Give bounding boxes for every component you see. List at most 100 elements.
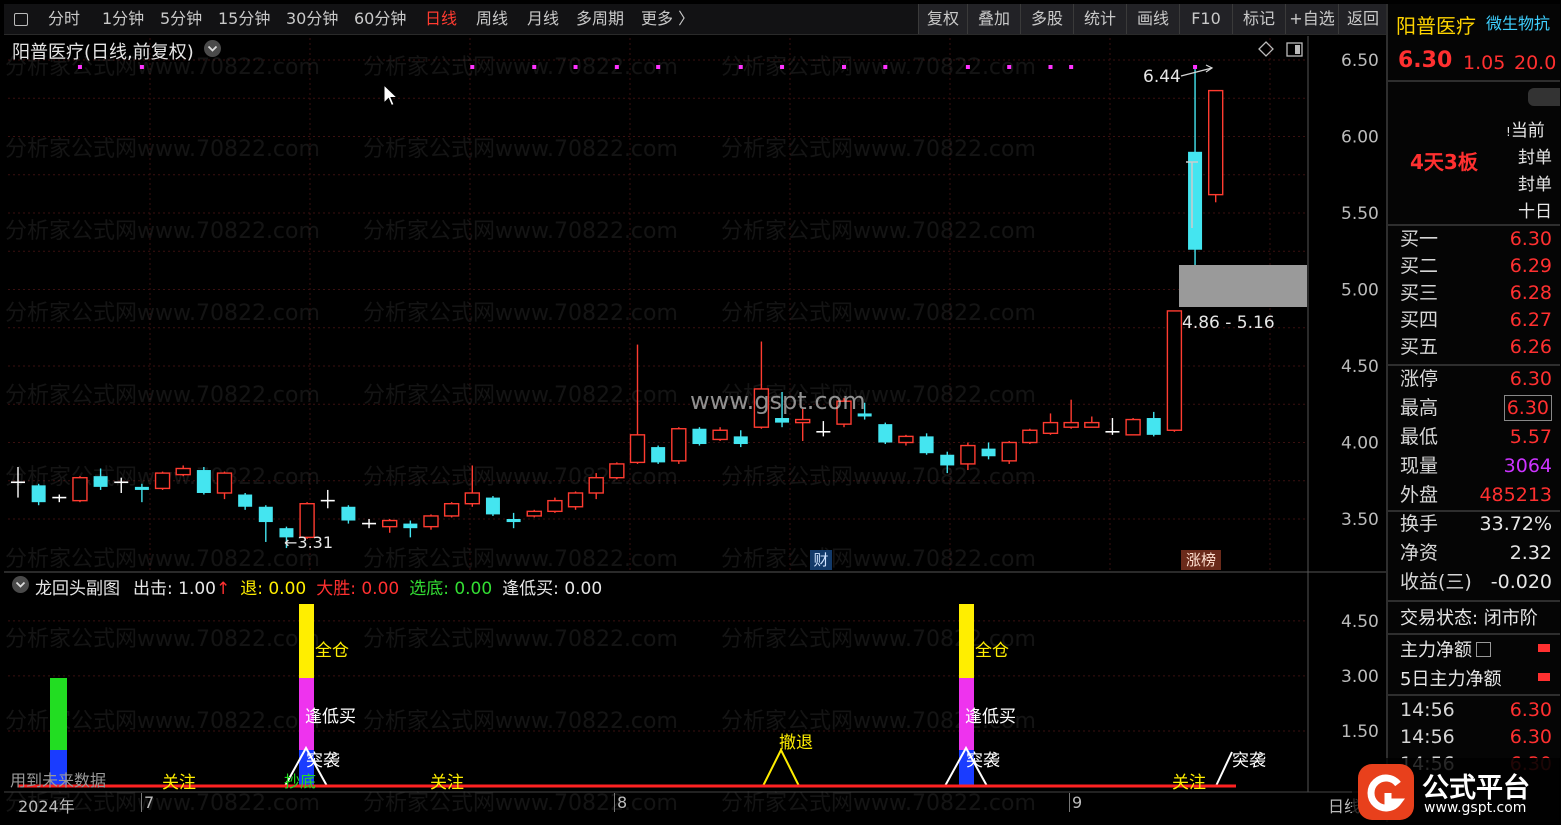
concept-tag[interactable]: 微生物抗 bbox=[1486, 10, 1550, 34]
badge-limit-up[interactable]: 涨榜 bbox=[1181, 550, 1221, 570]
candle[interactable] bbox=[485, 496, 500, 516]
candle[interactable] bbox=[382, 519, 398, 533]
stat-row-value: 485213 bbox=[1479, 484, 1552, 506]
candle[interactable] bbox=[258, 505, 273, 542]
sub-axis-label: 1.50 bbox=[1341, 722, 1379, 742]
stat-row: 最低 5.57 bbox=[1400, 424, 1556, 451]
candle[interactable] bbox=[1105, 418, 1120, 435]
title-dropdown-icon[interactable] bbox=[204, 40, 221, 57]
chetui-triangle bbox=[762, 747, 800, 787]
candle[interactable] bbox=[196, 466, 211, 495]
order-book-row-label: 买二 bbox=[1400, 255, 1439, 277]
candle[interactable] bbox=[52, 494, 67, 503]
candle[interactable] bbox=[588, 473, 604, 500]
five-day-net-flow-bar bbox=[1538, 673, 1550, 681]
signal-dot bbox=[573, 65, 578, 69]
candle[interactable] bbox=[31, 483, 46, 506]
candle[interactable] bbox=[320, 489, 335, 509]
quote-panel: 阳普医疗 微生物抗 6.30 1.05 20.0 4天3板 !当前 封单 封单 … bbox=[1386, 4, 1560, 822]
candle[interactable] bbox=[526, 509, 542, 518]
candle[interactable] bbox=[733, 430, 748, 448]
signal-dot bbox=[139, 65, 144, 69]
main-net-flow: 主力净额 bbox=[1400, 636, 1491, 662]
order-book-row: 买一 6.30 bbox=[1400, 226, 1556, 253]
candle[interactable] bbox=[1166, 310, 1183, 432]
candle[interactable] bbox=[403, 520, 418, 538]
order-book-row-value: 6.30 bbox=[1509, 228, 1552, 250]
indicator-item: 退: 0.00 bbox=[240, 579, 307, 599]
signal-dot bbox=[1069, 65, 1074, 69]
candle[interactable] bbox=[1207, 89, 1224, 203]
stat-row: 现量 3064 bbox=[1400, 453, 1556, 480]
candle[interactable] bbox=[1146, 411, 1161, 437]
board-tag: 4天3板 bbox=[1410, 150, 1478, 174]
panel-toggle-icon[interactable] bbox=[1286, 42, 1303, 61]
watermark-text: 分析家公式网www.70822.com bbox=[5, 301, 320, 326]
candle[interactable] bbox=[1084, 416, 1100, 428]
price-axis-label: 4.50 bbox=[1341, 357, 1379, 377]
candle[interactable] bbox=[1022, 428, 1038, 445]
candle[interactable] bbox=[1125, 418, 1141, 436]
sub-dropdown-icon[interactable] bbox=[12, 576, 29, 593]
brand-logo-icon bbox=[1358, 764, 1414, 820]
candle[interactable] bbox=[671, 427, 687, 464]
tick-row-value: 6.30 bbox=[1509, 699, 1552, 721]
candle[interactable] bbox=[547, 497, 563, 513]
watermark-text: 分析家公式网www.70822.com bbox=[721, 301, 1036, 326]
watermark-text: 分析家公式网www.70822.com bbox=[363, 55, 678, 80]
candle[interactable] bbox=[981, 442, 996, 460]
signal-dot bbox=[965, 65, 970, 69]
candle[interactable] bbox=[154, 471, 171, 490]
candle[interactable] bbox=[238, 492, 253, 510]
signal-dot bbox=[1048, 65, 1053, 69]
candle[interactable] bbox=[506, 512, 521, 529]
five-day-net-flow: 5日主力净额 bbox=[1400, 669, 1502, 690]
brand-logo: 公式平台 www.gspt.com bbox=[1352, 758, 1561, 825]
signal-dot bbox=[470, 65, 475, 69]
signal-dot bbox=[1007, 65, 1012, 69]
order-book-row-label: 买三 bbox=[1400, 282, 1439, 304]
order-book-row-value: 6.28 bbox=[1509, 282, 1552, 304]
candle[interactable] bbox=[816, 421, 831, 437]
candle[interactable] bbox=[712, 427, 728, 441]
candle[interactable] bbox=[651, 445, 666, 464]
stat2-row: 收益(三) -0.020 bbox=[1400, 569, 1556, 596]
candle[interactable] bbox=[1063, 399, 1079, 429]
candle[interactable] bbox=[567, 491, 584, 510]
label-guanzhu-3: 关注 bbox=[1172, 773, 1206, 793]
candle[interactable] bbox=[341, 505, 356, 524]
candle[interactable] bbox=[216, 471, 233, 500]
candle[interactable] bbox=[1001, 440, 1017, 464]
candle[interactable] bbox=[878, 422, 893, 445]
candle[interactable] bbox=[362, 519, 377, 529]
candle[interactable] bbox=[898, 434, 914, 446]
candle[interactable] bbox=[919, 433, 934, 455]
candle[interactable] bbox=[1042, 413, 1059, 435]
watermark-text: 分析家公式网www.70822.com bbox=[5, 547, 320, 572]
center-watermark: www.gspt.com bbox=[690, 387, 866, 415]
tick-row: 14:56 6.30 bbox=[1400, 697, 1556, 724]
watermark-text: 分析家公式网www.70822.com bbox=[5, 627, 320, 652]
side-label-shiri: 十日 bbox=[1518, 202, 1552, 222]
candle[interactable] bbox=[609, 462, 625, 480]
stat-row: 涨停 6.30 bbox=[1400, 366, 1556, 393]
stat2-row-label: 收益(三) bbox=[1400, 571, 1472, 593]
candle[interactable] bbox=[443, 502, 460, 518]
candle[interactable] bbox=[692, 427, 707, 446]
candle[interactable] bbox=[423, 514, 439, 530]
price-axis-label: 5.00 bbox=[1341, 281, 1379, 301]
order-book-row-value: 6.27 bbox=[1509, 309, 1552, 331]
collapse-tab-icon[interactable] bbox=[1528, 88, 1560, 106]
order-book-row: 买五 6.26 bbox=[1400, 334, 1556, 361]
gap-zone bbox=[1179, 265, 1307, 307]
candle[interactable] bbox=[72, 476, 88, 503]
diamond-icon[interactable] bbox=[1258, 41, 1274, 61]
badge-financial[interactable]: 财 bbox=[810, 550, 832, 570]
signal-dot bbox=[883, 65, 888, 69]
indicator-item: 大胜: 0.00 bbox=[316, 579, 400, 599]
order-book-row-label: 买五 bbox=[1400, 336, 1439, 358]
stat-row-label: 现量 bbox=[1400, 455, 1439, 477]
tuxi-stroke bbox=[1215, 751, 1233, 787]
date-axis-aug: 8 bbox=[614, 793, 627, 812]
high-price-label: 6.44 bbox=[1143, 67, 1181, 87]
